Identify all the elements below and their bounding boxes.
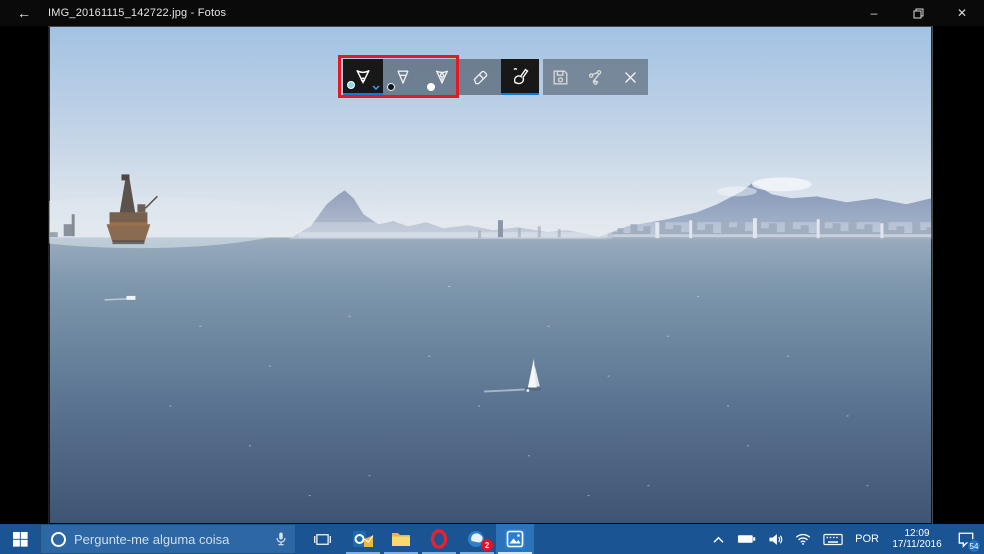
restore-icon (913, 8, 923, 18)
pinned-apps: 2 (344, 524, 534, 554)
taskbar-app-opera[interactable] (420, 524, 458, 554)
task-view-icon (313, 533, 331, 545)
minimize-button[interactable]: – (852, 0, 896, 26)
back-button[interactable]: ← (0, 0, 48, 26)
touch-keyboard-button[interactable] (821, 531, 845, 548)
battery-icon (738, 535, 756, 543)
share-button[interactable] (578, 59, 613, 95)
volume-button[interactable] (766, 531, 785, 548)
photos-app-window: ← IMG_20161115_142722.jpg - Fotos – ✕ Pe… (0, 0, 984, 554)
taskbar-app-notification-app[interactable]: 2 (458, 524, 496, 554)
ballpoint-pen-tool[interactable] (343, 59, 383, 95)
ink-actions-group (543, 59, 648, 95)
ink-toolbar (338, 55, 648, 98)
wifi-icon (796, 533, 811, 545)
folder-icon (392, 533, 410, 546)
close-icon: ✕ (956, 6, 968, 20)
windows-logo-icon (12, 531, 28, 547)
eraser-icon (473, 70, 488, 85)
touch-writing-hand-icon (513, 67, 529, 85)
microphone-button[interactable] (267, 525, 295, 553)
taskbar-app-outlook[interactable] (344, 524, 382, 554)
task-view-button[interactable] (304, 524, 340, 554)
tray-time: 12:09 (904, 528, 930, 539)
microphone-icon (276, 532, 286, 546)
ballpoint-ink-color-dot (347, 81, 355, 89)
touch-writing-tool[interactable] (501, 59, 539, 95)
taskbar-app-file-explorer[interactable] (382, 524, 420, 554)
photo-canvas[interactable] (48, 26, 933, 524)
notification-count-badge: 2 (481, 539, 493, 551)
pencil-ink-color-dot (387, 83, 395, 91)
minimize-icon: – (870, 6, 878, 20)
save-icon (553, 70, 568, 84)
language-label: POR (855, 533, 879, 545)
action-center-badge: 54 (967, 539, 981, 553)
ink-tools-group (343, 59, 539, 95)
outlook-icon (353, 531, 374, 547)
taskbar: 2 (0, 524, 984, 554)
cortana-search-box[interactable] (40, 524, 296, 554)
close-ink-button[interactable] (613, 59, 648, 95)
touch-keyboard-icon (823, 533, 843, 545)
window-title: IMG_20161115_142722.jpg - Fotos (48, 7, 227, 19)
calligraphy-ink-color-dot (427, 83, 435, 91)
ballpoint-pen-icon (356, 69, 370, 85)
chevron-up-icon (713, 536, 724, 543)
bay-photo-image (49, 27, 932, 523)
close-button[interactable]: ✕ (940, 0, 984, 26)
language-indicator[interactable]: POR (853, 531, 881, 547)
taskbar-app-photos[interactable] (496, 524, 534, 554)
pencil-tool[interactable] (383, 59, 423, 95)
chevron-down-icon (372, 85, 380, 90)
search-input[interactable] (74, 531, 267, 547)
wifi-button[interactable] (793, 531, 813, 547)
speaker-icon (769, 533, 783, 545)
tray-chevron-up-button[interactable] (710, 533, 727, 546)
back-arrow-icon: ← (17, 5, 31, 21)
save-button[interactable] (543, 59, 578, 95)
clock[interactable]: 12:09 17/11/2016 (889, 526, 945, 552)
calligraphy-pen-tool[interactable] (423, 59, 461, 95)
opera-icon (430, 529, 448, 549)
eraser-tool[interactable] (461, 59, 501, 95)
action-center-button[interactable]: 54 (953, 526, 981, 553)
battery-status-button[interactable] (735, 531, 758, 547)
cortana-icon (51, 531, 66, 547)
photos-icon (505, 529, 525, 549)
system-tray: POR 12:09 17/11/2016 54 (710, 524, 984, 554)
share-icon (588, 69, 602, 85)
close-ink-icon (625, 71, 636, 83)
start-button[interactable] (0, 524, 40, 554)
restore-button[interactable] (896, 0, 940, 26)
photo-stage (0, 26, 984, 524)
tray-date: 17/11/2016 (892, 539, 942, 550)
titlebar: ← IMG_20161115_142722.jpg - Fotos – ✕ (0, 0, 984, 26)
calligraphy-pen-icon (435, 70, 449, 85)
pencil-icon (397, 70, 409, 85)
